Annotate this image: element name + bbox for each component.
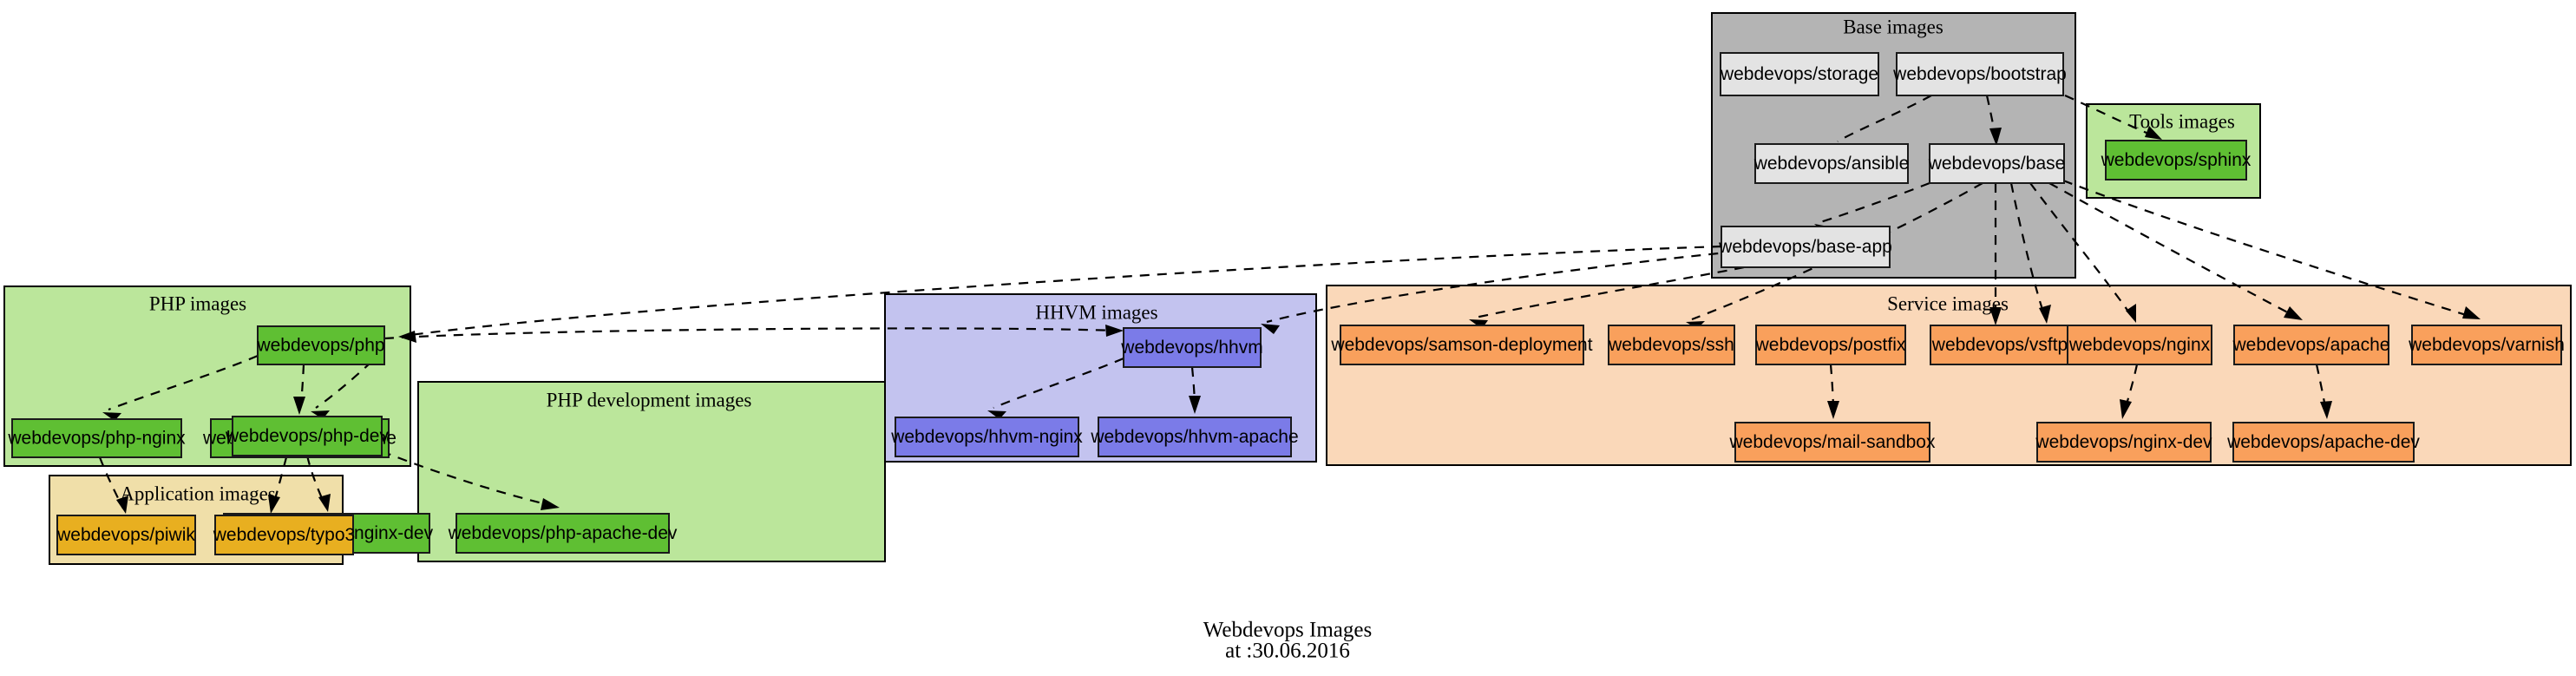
node-bootstrap[interactable]: webdevops/bootstrap	[1892, 52, 2067, 96]
cluster-layer: Base images Tools images PHP images PHP dev…	[3, 12, 2572, 565]
node-nginx[interactable]: webdevops/nginx	[2067, 325, 2212, 365]
node-ansible-label: webdevops/ansible	[1753, 154, 1910, 174]
node-php-dev[interactable]: webdevops/php-dev	[225, 416, 389, 456]
node-apache-dev-label: webdevops/apache-dev	[2226, 432, 2420, 452]
cluster-base-label: Base images	[1843, 16, 1943, 37]
node-ssh-label: webdevops/ssh	[1608, 335, 1734, 355]
node-php-dev-label: webdevops/php-dev	[225, 426, 389, 446]
node-base-app-label: webdevops/base-app	[1718, 237, 1892, 257]
node-php-label: webdevops/php	[256, 336, 384, 356]
node-php-apache-dev-label: webdevops/php-apache-dev	[448, 523, 678, 543]
node-hhvm-nginx[interactable]: webdevops/hhvm-nginx	[890, 417, 1083, 457]
node-samson-deployment-label: webdevops/samson-deployment	[1330, 335, 1592, 355]
node-apache-dev[interactable]: webdevops/apache-dev	[2226, 422, 2420, 463]
node-postfix-label: webdevops/postfix	[1755, 335, 1906, 355]
node-hhvm-nginx-label: webdevops/hhvm-nginx	[890, 427, 1083, 447]
node-hhvm[interactable]: webdevops/hhvm	[1120, 327, 1263, 368]
cluster-hhvm-label: HHVM images	[1035, 301, 1157, 323]
node-hhvm-label: webdevops/hhvm	[1120, 338, 1262, 358]
node-ssh[interactable]: webdevops/ssh	[1608, 325, 1735, 365]
caption-line-1: Webdevops Images	[1203, 619, 1372, 642]
node-php[interactable]: webdevops/php	[256, 325, 385, 365]
node-varnish-label: webdevops/varnish	[2408, 335, 2565, 355]
node-typo3[interactable]: webdevops/typo3	[213, 515, 355, 555]
diagram-canvas: Base images Tools images PHP images PHP dev…	[0, 0, 2576, 676]
node-sphinx-label: webdevops/sphinx	[2101, 150, 2252, 170]
cluster-service-label: Service images	[1887, 292, 2009, 314]
node-nginx-dev[interactable]: webdevops/nginx-dev	[2035, 422, 2212, 463]
node-storage[interactable]: webdevops/storage	[1720, 52, 1879, 96]
cluster-tools-label: Tools images	[2129, 110, 2235, 132]
cluster-application-label: Application images	[120, 482, 276, 504]
node-nginx-label: webdevops/nginx	[2068, 335, 2211, 355]
node-hhvm-apache-label: webdevops/hhvm-apache	[1090, 427, 1298, 447]
node-bootstrap-label: webdevops/bootstrap	[1892, 64, 2067, 84]
node-mail-sandbox-label: webdevops/mail-sandbox	[1729, 432, 1936, 452]
node-apache[interactable]: webdevops/apache	[2232, 325, 2390, 365]
node-storage-label: webdevops/storage	[1720, 64, 1878, 84]
node-hhvm-apache[interactable]: webdevops/hhvm-apache	[1090, 417, 1299, 457]
caption-line-2: at :30.06.2016	[1225, 640, 1350, 663]
node-mail-sandbox[interactable]: webdevops/mail-sandbox	[1729, 422, 1936, 463]
node-apache-label: webdevops/apache	[2232, 335, 2390, 355]
cluster-php-label: PHP images	[149, 292, 246, 314]
node-piwik-label: webdevops/piwik	[56, 525, 195, 545]
node-php-apache-dev[interactable]: webdevops/php-apache-dev	[448, 513, 678, 554]
node-vsftp[interactable]: webdevops/vsftp	[1930, 325, 2070, 365]
node-sphinx[interactable]: webdevops/sphinx	[2101, 140, 2252, 180]
node-typo3-label: webdevops/typo3	[213, 525, 355, 545]
node-varnish[interactable]: webdevops/varnish	[2408, 325, 2565, 365]
node-base-label: webdevops/base	[1928, 154, 2066, 174]
node-postfix[interactable]: webdevops/postfix	[1755, 325, 1906, 365]
node-php-nginx[interactable]: webdevops/php-nginx	[7, 418, 186, 458]
node-php-nginx-label: webdevops/php-nginx	[7, 429, 186, 449]
diagram-caption: Webdevops Images at :30.06.2016	[1203, 619, 1372, 663]
node-samson-deployment[interactable]: webdevops/samson-deployment	[1330, 325, 1593, 365]
node-vsftp-label: webdevops/vsftp	[1931, 335, 2068, 355]
webdevops-image-hierarchy-diagram: Base images Tools images PHP images PHP dev…	[3, 12, 2572, 663]
node-piwik[interactable]: webdevops/piwik	[56, 515, 196, 555]
node-nginx-dev-label: webdevops/nginx-dev	[2035, 432, 2212, 452]
cluster-php_dev-label: PHP development images	[547, 389, 752, 410]
node-base-app[interactable]: webdevops/base-app	[1718, 226, 1892, 268]
node-base[interactable]: webdevops/base	[1928, 143, 2066, 184]
node-ansible[interactable]: webdevops/ansible	[1753, 143, 1910, 184]
